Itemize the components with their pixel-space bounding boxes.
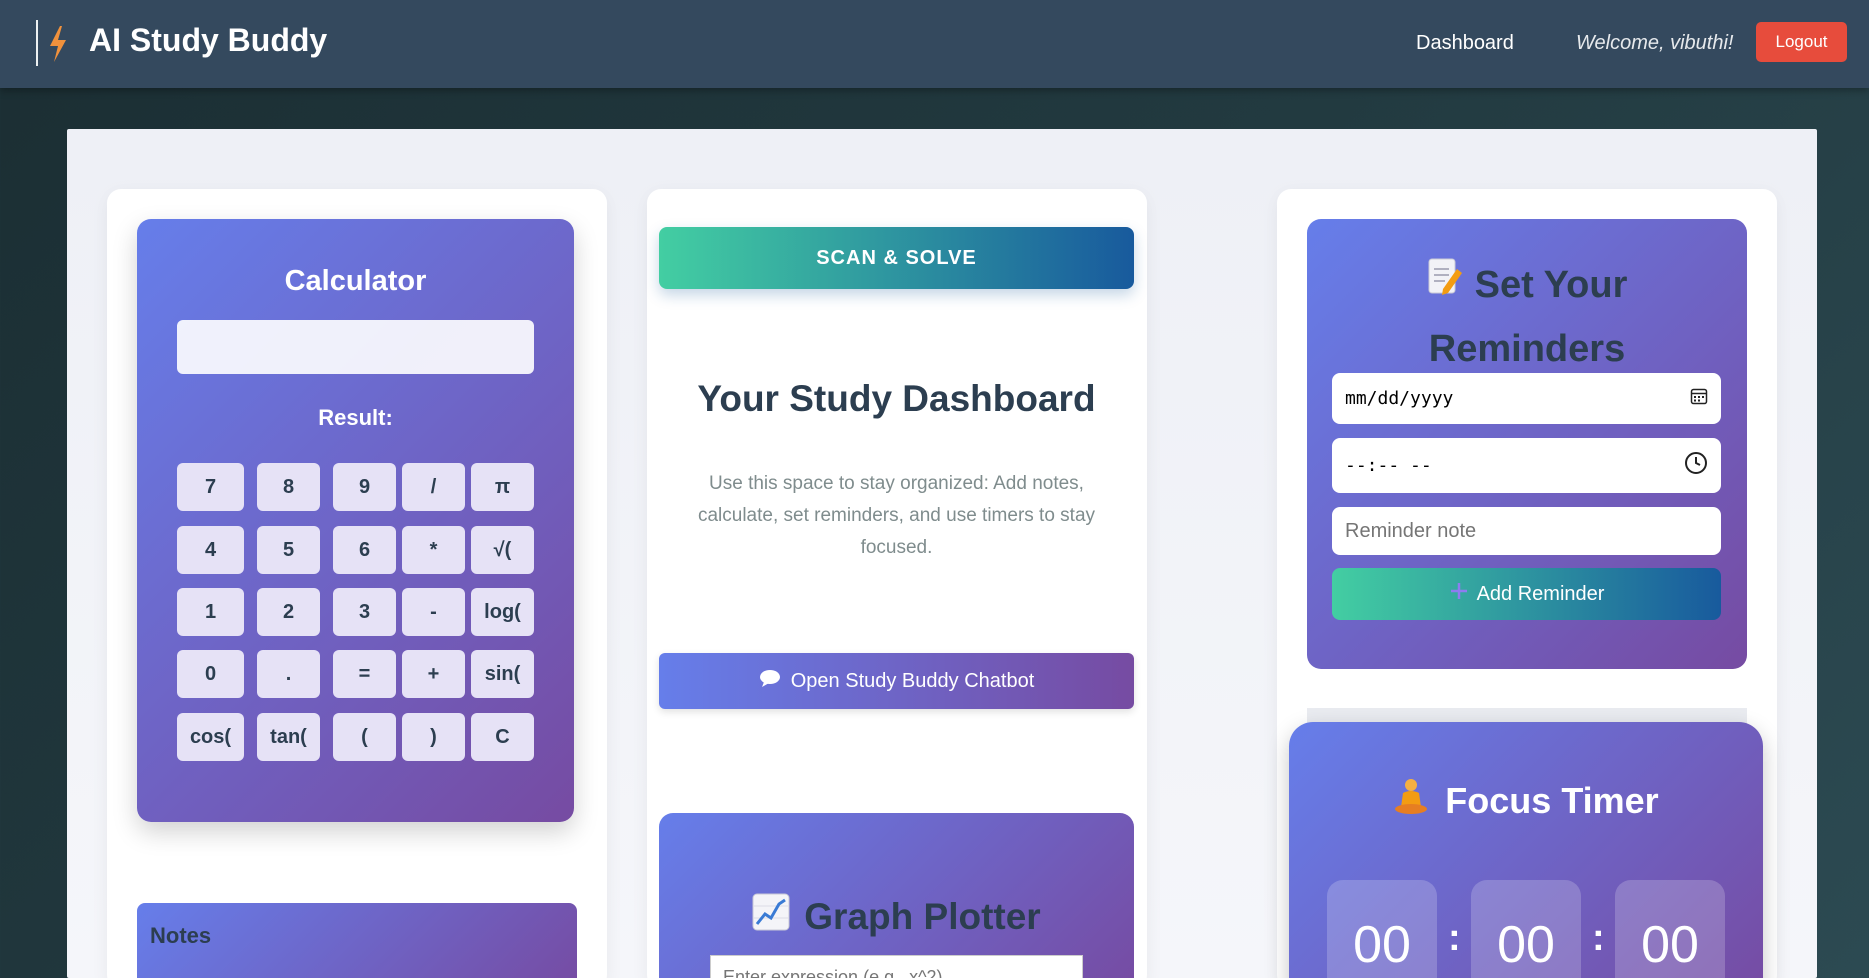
graph-plotter-heading: Graph Plotter — [659, 893, 1134, 940]
calculator-title: Calculator — [284, 265, 427, 297]
calc-key-7[interactable]: 7 — [177, 463, 244, 511]
reminders-title-line1: Set Your — [1474, 263, 1628, 306]
reminder-date-placeholder: mm/dd/yyyy — [1345, 388, 1454, 409]
calc-key-minus[interactable]: - — [402, 588, 465, 636]
reminders-title: Set Your Reminders — [1307, 251, 1747, 381]
calc-key-sin[interactable]: sin( — [471, 650, 534, 698]
calc-key-equals[interactable]: = — [333, 650, 396, 698]
scan-solve-button[interactable]: SCAN & SOLVE — [659, 227, 1134, 289]
notes-card: Notes — [137, 903, 577, 978]
graph-plotter-card: Graph Plotter — [659, 813, 1134, 978]
calc-key-8[interactable]: 8 — [257, 463, 320, 511]
open-chatbot-button[interactable]: Open Study Buddy Chatbot — [659, 653, 1134, 709]
calc-key-tan[interactable]: tan( — [257, 713, 320, 761]
dashboard-title: Your Study Dashboard — [697, 378, 1096, 419]
calc-key-close-paren[interactable]: ) — [402, 713, 465, 761]
calculator-card: Calculator Result: 7 8 9 / π 4 5 6 * √( … — [137, 219, 574, 822]
logout-button[interactable]: Logout — [1756, 22, 1847, 62]
welcome-message: Welcome, vibuthi! — [1576, 32, 1734, 54]
timer-minutes: 00 — [1471, 880, 1581, 978]
reminder-date-input[interactable]: mm/dd/yyyy — [1332, 373, 1721, 424]
chart-increasing-icon — [752, 893, 790, 940]
calc-key-decimal[interactable]: . — [257, 650, 320, 698]
clock-icon[interactable] — [1684, 451, 1708, 481]
calc-key-multiply[interactable]: * — [402, 526, 465, 574]
reminder-time-placeholder: --:-- -- — [1345, 455, 1432, 476]
nav-dashboard-link[interactable]: Dashboard — [1416, 32, 1514, 55]
calc-key-3[interactable]: 3 — [333, 588, 396, 636]
calc-key-pi[interactable]: π — [471, 463, 534, 511]
reminder-note-input[interactable]: Reminder note — [1332, 507, 1721, 555]
add-reminder-button[interactable]: Add Reminder — [1332, 568, 1721, 620]
notes-title: Notes — [150, 923, 212, 948]
focus-timer-card: Focus Timer 00 : 00 : 00 — [1289, 722, 1763, 978]
navbar: AI Study Buddy Dashboard Welcome, vibuth… — [0, 0, 1869, 88]
calc-key-open-paren[interactable]: ( — [333, 713, 396, 761]
calc-key-cos[interactable]: cos( — [177, 713, 244, 761]
memo-icon — [1427, 253, 1463, 317]
calc-key-5[interactable]: 5 — [257, 526, 320, 574]
calc-key-6[interactable]: 6 — [333, 526, 396, 574]
timer-hours: 00 — [1327, 880, 1437, 978]
calendar-icon[interactable] — [1690, 387, 1708, 411]
calc-key-4[interactable]: 4 — [177, 526, 244, 574]
timer-seconds: 00 — [1615, 880, 1725, 978]
focus-timer-title: Focus Timer — [1445, 779, 1659, 821]
calculator-display[interactable] — [177, 320, 534, 374]
graph-expression-input[interactable] — [710, 955, 1083, 978]
reminders-title-line2: Reminders — [1428, 327, 1626, 370]
calc-key-0[interactable]: 0 — [177, 650, 244, 698]
timer-separator: : — [1592, 917, 1605, 959]
app-title: AI Study Buddy — [89, 22, 328, 58]
calc-key-plus[interactable]: + — [402, 650, 465, 698]
brand-divider — [36, 20, 38, 66]
reminder-note-placeholder: Reminder note — [1345, 519, 1477, 542]
calc-key-9[interactable]: 9 — [333, 463, 396, 511]
calc-key-1[interactable]: 1 — [177, 588, 244, 636]
calculator-result-label: Result: — [318, 405, 393, 430]
focus-timer-heading: Focus Timer — [1289, 777, 1763, 824]
calc-key-clear[interactable]: C — [471, 713, 534, 761]
reminders-card: Set Your Reminders mm/dd/yyyy --:-- -- R… — [1307, 219, 1747, 669]
calc-key-2[interactable]: 2 — [257, 588, 320, 636]
calc-key-sqrt[interactable]: √( — [471, 526, 534, 574]
calc-key-divide[interactable]: / — [402, 463, 465, 511]
speech-bubble-icon — [759, 669, 781, 693]
graph-plotter-title: Graph Plotter — [804, 895, 1041, 937]
lightning-bolt-icon — [46, 24, 70, 64]
add-reminder-label: Add Reminder — [1476, 582, 1605, 605]
open-chatbot-label: Open Study Buddy Chatbot — [790, 669, 1035, 692]
timer-separator: : — [1448, 917, 1461, 959]
dashboard-description: Use this space to stay organized: Add no… — [697, 473, 1096, 558]
calc-key-log[interactable]: log( — [471, 588, 534, 636]
plus-icon — [1449, 581, 1469, 607]
person-meditating-icon — [1393, 777, 1429, 824]
reminder-time-input[interactable]: --:-- -- — [1332, 438, 1721, 493]
